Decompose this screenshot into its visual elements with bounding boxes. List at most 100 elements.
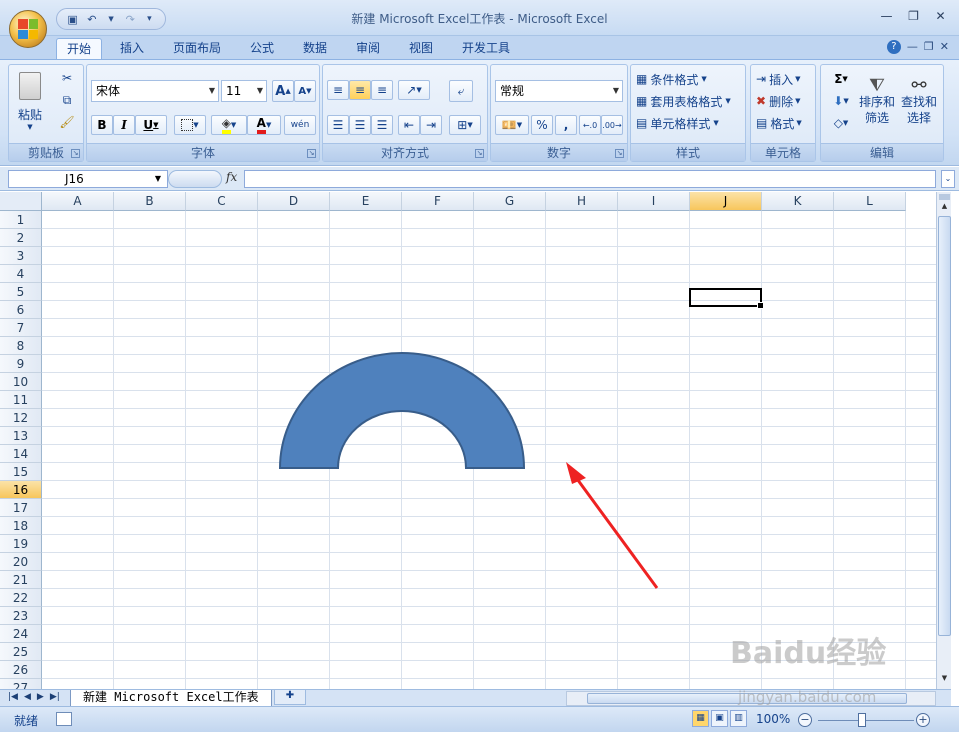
align-left-button[interactable]: ☰: [327, 115, 349, 135]
row-header-1[interactable]: 1: [0, 211, 42, 229]
column-header-I[interactable]: I: [618, 192, 690, 211]
page-break-view-icon[interactable]: ▥: [730, 710, 747, 727]
row-header-12[interactable]: 12: [0, 409, 42, 427]
percent-button[interactable]: %: [531, 115, 553, 135]
row-header-16[interactable]: 16: [0, 481, 42, 499]
tab-formulas[interactable]: 公式: [240, 38, 284, 60]
row-header-3[interactable]: 3: [0, 247, 42, 265]
workbook-close-button[interactable]: ✕: [940, 40, 949, 54]
insert-cells-button[interactable]: ⇥ 插入 ▼: [755, 69, 801, 89]
fill-button[interactable]: ⬇ ▼: [827, 91, 855, 111]
column-header-F[interactable]: F: [402, 192, 474, 211]
cell-styles-button[interactable]: ▤ 单元格样式 ▼: [635, 113, 720, 133]
grow-font-button[interactable]: A ▲: [272, 80, 294, 102]
row-header-21[interactable]: 21: [0, 571, 42, 589]
align-center-button[interactable]: ☰: [349, 115, 371, 135]
row-header-20[interactable]: 20: [0, 553, 42, 571]
column-header-H[interactable]: H: [546, 192, 618, 211]
decrease-indent-button[interactable]: ⇤: [398, 115, 420, 135]
first-sheet-icon[interactable]: |◀: [8, 692, 18, 702]
cut-icon[interactable]: ✂: [57, 69, 77, 87]
align-right-button[interactable]: ☰: [371, 115, 393, 135]
italic-button[interactable]: I: [113, 115, 135, 135]
row-header-23[interactable]: 23: [0, 607, 42, 625]
tab-data[interactable]: 数据: [293, 38, 337, 60]
row-header-14[interactable]: 14: [0, 445, 42, 463]
alignment-launcher-icon[interactable]: ↘: [475, 149, 484, 158]
vertical-scroll-thumb[interactable]: [938, 216, 951, 636]
row-header-7[interactable]: 7: [0, 319, 42, 337]
copy-icon[interactable]: ⧉: [57, 91, 77, 109]
row-header-10[interactable]: 10: [0, 373, 42, 391]
formula-bar-handle[interactable]: [168, 170, 222, 188]
sheet-tab-active[interactable]: 新建 Microsoft Excel工作表: [70, 690, 272, 707]
row-header-27[interactable]: 27: [0, 679, 42, 689]
tab-insert[interactable]: 插入: [110, 38, 154, 60]
zoom-in-icon[interactable]: +: [916, 713, 930, 727]
split-box-icon[interactable]: [939, 194, 950, 200]
font-launcher-icon[interactable]: ↘: [307, 149, 316, 158]
column-header-E[interactable]: E: [330, 192, 402, 211]
decrease-decimal-button[interactable]: .00→: [601, 115, 623, 135]
wrap-text-button[interactable]: ⤶: [449, 80, 473, 102]
last-sheet-icon[interactable]: ▶|: [50, 692, 60, 702]
insert-function-icon[interactable]: fx: [226, 170, 237, 184]
name-box[interactable]: J16 ▼: [8, 170, 168, 188]
help-icon[interactable]: ?: [886, 40, 901, 54]
format-painter-icon[interactable]: 🖌: [57, 113, 77, 131]
row-header-19[interactable]: 19: [0, 535, 42, 553]
tab-view[interactable]: 视图: [399, 38, 443, 60]
find-select-button[interactable]: ⚯ 查找和 选择: [899, 69, 939, 135]
row-header-26[interactable]: 26: [0, 661, 42, 679]
borders-button[interactable]: ▼: [174, 115, 206, 135]
increase-indent-button[interactable]: ⇥: [420, 115, 442, 135]
office-button[interactable]: [9, 10, 47, 48]
delete-cells-button[interactable]: ✖ 删除 ▼: [755, 91, 801, 111]
clear-button[interactable]: ◇ ▼: [827, 113, 855, 133]
sort-filter-button[interactable]: ⧨ 排序和 筛选: [857, 69, 897, 135]
scroll-down-icon[interactable]: ▼: [938, 674, 951, 686]
insert-sheet-icon[interactable]: ✚: [274, 690, 306, 705]
row-header-4[interactable]: 4: [0, 265, 42, 283]
align-middle-button[interactable]: ≡: [349, 80, 371, 100]
underline-button[interactable]: U ▼: [135, 115, 167, 135]
phonetic-button[interactable]: wén: [284, 115, 316, 135]
row-header-9[interactable]: 9: [0, 355, 42, 373]
row-header-5[interactable]: 5: [0, 283, 42, 301]
number-launcher-icon[interactable]: ↘: [615, 149, 624, 158]
format-cells-button[interactable]: ▤ 格式 ▼: [755, 113, 803, 133]
row-header-24[interactable]: 24: [0, 625, 42, 643]
expand-formula-bar-icon[interactable]: ⌄: [941, 170, 955, 188]
minimize-button[interactable]: —: [874, 6, 899, 26]
row-header-13[interactable]: 13: [0, 427, 42, 445]
workbook-minimize-button[interactable]: —: [907, 40, 918, 54]
page-layout-view-icon[interactable]: ▣: [711, 710, 728, 727]
column-header-L[interactable]: L: [834, 192, 906, 211]
bold-button[interactable]: B: [91, 115, 113, 135]
comma-button[interactable]: ,: [555, 115, 577, 135]
increase-decimal-button[interactable]: ←.0: [579, 115, 601, 135]
row-header-18[interactable]: 18: [0, 517, 42, 535]
workbook-restore-button[interactable]: ❐: [924, 40, 934, 54]
clipboard-launcher-icon[interactable]: ↘: [71, 149, 80, 158]
zoom-slider-thumb[interactable]: [858, 713, 866, 727]
column-header-K[interactable]: K: [762, 192, 834, 211]
column-header-D[interactable]: D: [258, 192, 330, 211]
formula-input[interactable]: [244, 170, 936, 188]
tab-page-layout[interactable]: 页面布局: [163, 38, 231, 60]
conditional-format-button[interactable]: ▦ 条件格式 ▼: [635, 69, 708, 89]
column-header-J[interactable]: J: [690, 192, 762, 211]
font-color-button[interactable]: A ▼: [247, 115, 281, 135]
row-header-6[interactable]: 6: [0, 301, 42, 319]
row-header-25[interactable]: 25: [0, 643, 42, 661]
prev-sheet-icon[interactable]: ◀: [24, 692, 31, 702]
select-all-corner[interactable]: [0, 192, 42, 211]
worksheet-grid[interactable]: A B C D E F G H I J K L 1 2 3 4 5 6 7 8 9 10 11 12 13 14 15 16 17 18 1…: [0, 192, 936, 689]
number-format-combo[interactable]: 常规 ▼: [495, 80, 623, 102]
row-header-22[interactable]: 22: [0, 589, 42, 607]
column-header-C[interactable]: C: [186, 192, 258, 211]
zoom-level[interactable]: 100%: [756, 712, 790, 726]
close-button[interactable]: ✕: [928, 6, 953, 26]
normal-view-icon[interactable]: ▦: [692, 710, 709, 727]
accounting-format-button[interactable]: 💴 ▼: [495, 115, 529, 135]
